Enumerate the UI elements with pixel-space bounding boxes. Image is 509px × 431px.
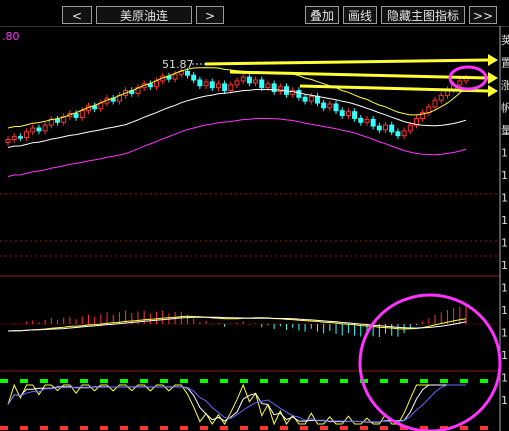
right-axis-label: 涨 [501, 79, 509, 92]
instrument-name-field[interactable]: 美原油连 [96, 6, 192, 24]
candle-body [154, 80, 160, 88]
candle-body [364, 118, 370, 123]
candle-body [339, 110, 345, 117]
draw-line-button[interactable]: 画线 [343, 6, 377, 24]
candle-body [352, 111, 358, 119]
right-axis-label: 1 [501, 214, 508, 227]
more-button[interactable]: >> [469, 6, 497, 24]
right-axis-label: 荚 [501, 33, 509, 47]
candle-body [222, 83, 228, 92]
oscillator-k-line [7, 383, 466, 426]
annotation-arrow-2-head [488, 72, 498, 84]
right-axis-label: 1 [501, 192, 508, 205]
candle-body [253, 79, 259, 84]
peak-price-label: 51.87 [162, 58, 194, 71]
candle-body [24, 131, 30, 139]
annotation-arrow-1 [204, 58, 489, 66]
candle-body [333, 103, 339, 112]
candle-body [327, 103, 333, 109]
right-axis-label: 置 [501, 57, 509, 70]
candle-body [228, 84, 234, 92]
oscillator-d-line [7, 384, 466, 423]
candle-body [234, 80, 240, 86]
candle-body [376, 125, 382, 131]
right-axis-label: 1 [501, 304, 508, 317]
right-axis-label: 1 [501, 282, 508, 295]
candle-body [438, 94, 444, 101]
candle-body [308, 95, 314, 102]
ma-line-white [7, 89, 467, 148]
right-axis-label: 1 [501, 169, 508, 182]
candle-body [191, 74, 197, 81]
candle-body [321, 102, 327, 109]
candle-body [401, 130, 407, 137]
candle-body [184, 70, 190, 76]
hide-main-indicators-button[interactable]: 隐藏主图指标 [381, 6, 465, 24]
candle-body [296, 90, 302, 98]
right-axis-label: 1 [501, 147, 508, 160]
prev-instrument-button[interactable]: < [62, 6, 92, 24]
candle-body [36, 127, 42, 132]
kline-chart[interactable]: 51.87 荚置涨帆量 1 1 1 1 1 1 1 1 1 1 1 1 [0, 26, 509, 431]
candle-body [407, 124, 413, 132]
candle-body [240, 76, 246, 82]
overlay-button[interactable]: 叠加 [305, 6, 339, 24]
candle-body [246, 76, 252, 84]
candle-body [432, 99, 438, 108]
candle-body [172, 73, 178, 80]
candle-body [55, 118, 61, 123]
candle-body [370, 118, 376, 127]
candle-body [345, 111, 351, 117]
candle-body [197, 79, 203, 87]
right-axis-label: 量 [501, 124, 509, 137]
annotation-arrow-3-head [488, 85, 498, 97]
right-axis-label: 1 [501, 372, 508, 385]
candle-body [265, 83, 271, 89]
candle-body [73, 113, 79, 118]
candle-body [79, 110, 85, 118]
right-axis-label: 1 [501, 349, 508, 362]
candle-body [215, 83, 221, 89]
candle-body [383, 124, 389, 131]
candle-body [358, 117, 364, 123]
annotation-arrow-1-head [488, 54, 498, 66]
right-axis-label: 1 [501, 394, 508, 407]
oscillator-j-line [7, 384, 466, 423]
candle-body [389, 124, 395, 133]
candle-body [314, 95, 320, 104]
highlight-circle-large [358, 293, 502, 431]
lower-band-line [7, 118, 467, 177]
chart-toolbar: < 美原油连 > 叠加 画线 隐藏主图指标 >> [0, 0, 509, 27]
candle-body [203, 81, 209, 87]
candle-body [17, 136, 23, 139]
candle-body [30, 127, 36, 133]
candle-body [395, 131, 401, 137]
candle-body [302, 96, 308, 102]
candle-body [11, 136, 17, 141]
candle-body [5, 139, 11, 143]
right-axis-label: 1 [501, 259, 508, 272]
right-axis-label: 帆 [501, 101, 509, 115]
right-axis-label: 1 [501, 327, 508, 340]
candle-body [209, 81, 215, 89]
candle-body [42, 124, 48, 132]
candle-body [457, 80, 463, 86]
right-axis-label: 1 [501, 237, 508, 250]
next-instrument-button[interactable]: > [196, 6, 224, 24]
candle-body [259, 79, 265, 89]
